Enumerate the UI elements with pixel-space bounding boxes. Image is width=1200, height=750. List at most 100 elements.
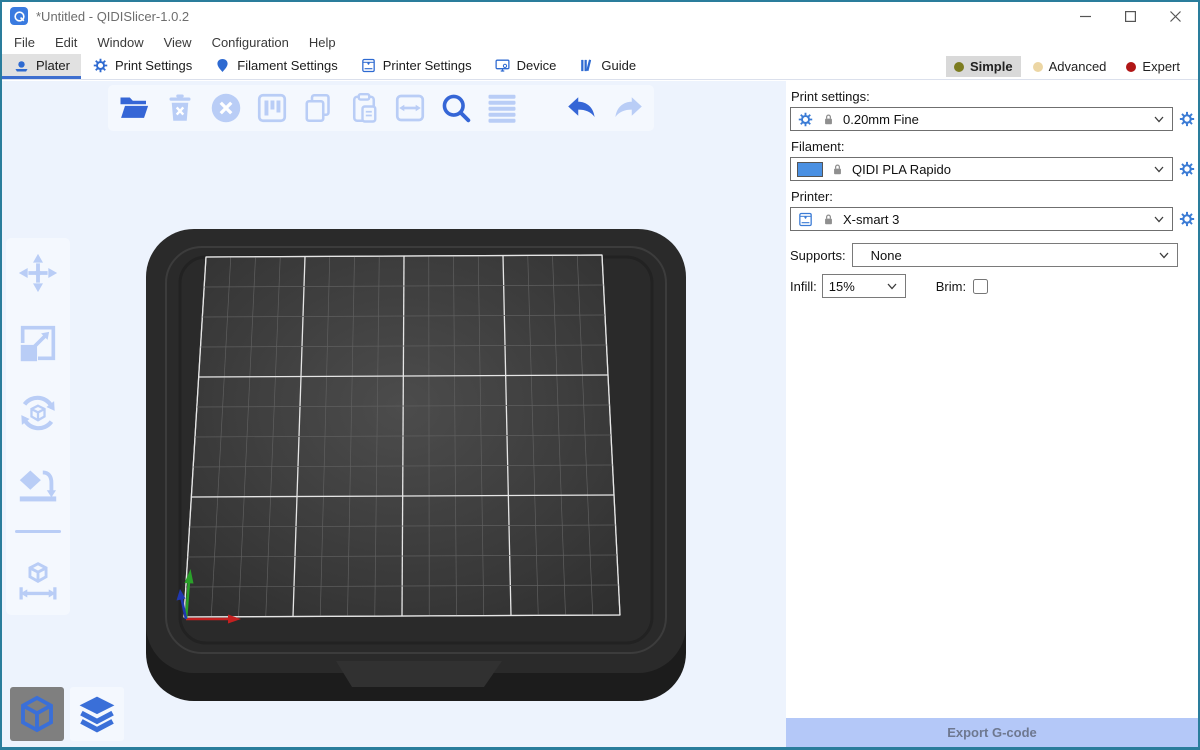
paste-icon bbox=[346, 90, 382, 126]
printer-combo[interactable]: X-smart 3 bbox=[790, 207, 1173, 231]
tab-filament-settings[interactable]: Filament Settings bbox=[203, 54, 348, 79]
view-toggle-group bbox=[10, 687, 124, 741]
layer-list-icon bbox=[484, 90, 520, 126]
chevron-down-icon bbox=[885, 279, 899, 293]
copy-button[interactable] bbox=[300, 90, 336, 126]
close-button[interactable] bbox=[1153, 2, 1198, 30]
tab-label: Filament Settings bbox=[237, 58, 337, 73]
tab-label: Guide bbox=[601, 58, 636, 73]
circle-x-icon bbox=[208, 90, 244, 126]
menu-edit[interactable]: Edit bbox=[45, 32, 87, 53]
printer-icon bbox=[360, 57, 377, 74]
lock-icon bbox=[821, 112, 836, 127]
chevron-down-icon bbox=[1152, 212, 1166, 226]
window-title: *Untitled - QIDISlicer-1.0.2 bbox=[36, 9, 189, 24]
chevron-down-icon bbox=[1152, 162, 1166, 176]
search-icon bbox=[438, 90, 474, 126]
toolbar-separator bbox=[15, 530, 61, 533]
mode-expert[interactable]: Expert bbox=[1118, 56, 1188, 77]
paste-button[interactable] bbox=[346, 90, 382, 126]
redo-button[interactable] bbox=[610, 90, 646, 126]
simple-mode-dot bbox=[954, 62, 964, 72]
filament-value: QIDI PLA Rapido bbox=[852, 162, 1145, 177]
brim-label: Brim: bbox=[936, 279, 966, 294]
filament-combo[interactable]: QIDI PLA Rapido bbox=[790, 157, 1173, 181]
tab-label: Print Settings bbox=[115, 58, 192, 73]
lock-icon bbox=[830, 162, 845, 177]
place-on-face-tool[interactable] bbox=[15, 460, 61, 506]
arrange-icon bbox=[254, 90, 290, 126]
tab-label: Device bbox=[517, 58, 557, 73]
title-bar: *Untitled - QIDISlicer-1.0.2 bbox=[2, 2, 1198, 30]
brim-checkbox[interactable] bbox=[973, 279, 988, 294]
editor-3d-view-button[interactable] bbox=[10, 687, 64, 741]
cube-icon bbox=[16, 693, 58, 735]
tab-print-settings[interactable]: Print Settings bbox=[81, 54, 203, 79]
mode-advanced[interactable]: Advanced bbox=[1025, 56, 1115, 77]
infill-value: 15% bbox=[829, 279, 879, 294]
printer-edit-button[interactable] bbox=[1177, 210, 1197, 228]
redo-icon bbox=[610, 90, 646, 126]
gear-icon bbox=[1178, 160, 1196, 178]
delete-button[interactable] bbox=[162, 90, 198, 126]
layers-icon bbox=[75, 692, 119, 736]
open-folder-icon bbox=[116, 90, 152, 126]
menu-view[interactable]: View bbox=[154, 32, 202, 53]
tab-bar: Plater Print Settings Filament Settings … bbox=[2, 54, 1198, 80]
filament-label: Filament: bbox=[791, 139, 1197, 154]
scale-icon bbox=[15, 320, 61, 366]
delete-all-button[interactable] bbox=[208, 90, 244, 126]
maximize-button[interactable] bbox=[1108, 2, 1153, 30]
layers-button[interactable] bbox=[484, 90, 520, 126]
menu-file[interactable]: File bbox=[4, 32, 45, 53]
app-logo-icon bbox=[10, 7, 28, 25]
move-icon bbox=[15, 250, 61, 296]
trash-x-icon bbox=[162, 90, 198, 126]
infill-select[interactable]: 15% bbox=[822, 274, 906, 298]
minimize-button[interactable] bbox=[1063, 2, 1108, 30]
tab-printer-settings[interactable]: Printer Settings bbox=[349, 54, 483, 79]
scale-tool[interactable] bbox=[15, 320, 61, 366]
supports-select[interactable]: None bbox=[852, 243, 1178, 267]
search-button[interactable] bbox=[438, 90, 474, 126]
tab-label: Printer Settings bbox=[383, 58, 472, 73]
tab-device[interactable]: Device bbox=[483, 54, 568, 79]
copy-icon bbox=[300, 90, 336, 126]
arrange-button[interactable] bbox=[254, 90, 290, 126]
menu-configuration[interactable]: Configuration bbox=[202, 32, 299, 53]
menu-help[interactable]: Help bbox=[299, 32, 346, 53]
mode-simple[interactable]: Simple bbox=[946, 56, 1021, 77]
filament-edit-button[interactable] bbox=[1177, 160, 1197, 178]
move-tool[interactable] bbox=[15, 250, 61, 296]
tab-guide[interactable]: Guide bbox=[567, 54, 647, 79]
export-gcode-button[interactable]: Export G-code bbox=[786, 718, 1198, 747]
guide-icon bbox=[578, 57, 595, 74]
3d-viewport[interactable] bbox=[2, 81, 786, 747]
rotate-tool[interactable] bbox=[15, 390, 61, 436]
lock-icon bbox=[821, 212, 836, 227]
chevron-down-icon bbox=[1157, 248, 1171, 262]
infill-label: Infill: bbox=[790, 279, 817, 294]
gear-icon bbox=[92, 57, 109, 74]
flatten-icon bbox=[15, 460, 61, 506]
supports-label: Supports: bbox=[790, 248, 846, 263]
settings-sidebar: Print settings: 0.20mm Fine Filament: QI… bbox=[786, 81, 1198, 747]
tab-plater[interactable]: Plater bbox=[2, 54, 81, 79]
print-settings-label: Print settings: bbox=[791, 89, 1197, 104]
gear-icon bbox=[797, 111, 814, 128]
print-settings-combo[interactable]: 0.20mm Fine bbox=[790, 107, 1173, 131]
undo-button[interactable] bbox=[564, 90, 600, 126]
open-project-button[interactable] bbox=[116, 90, 152, 126]
printer-icon bbox=[797, 211, 814, 228]
measure-tool[interactable] bbox=[15, 557, 61, 603]
filament-color-swatch bbox=[797, 162, 823, 177]
printer-bed bbox=[140, 227, 696, 705]
print-settings-edit-button[interactable] bbox=[1177, 110, 1197, 128]
plater-icon bbox=[13, 57, 30, 74]
split-icon bbox=[392, 90, 428, 126]
tab-label: Plater bbox=[36, 58, 70, 73]
split-objects-button[interactable] bbox=[392, 90, 428, 126]
filament-icon bbox=[214, 57, 231, 74]
menu-window[interactable]: Window bbox=[87, 32, 153, 53]
preview-layers-view-button[interactable] bbox=[70, 687, 124, 741]
